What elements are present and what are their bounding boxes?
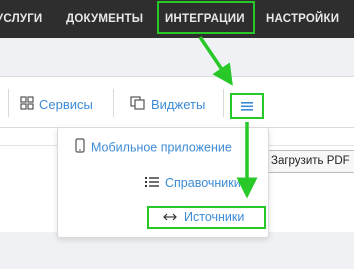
widgets-tab[interactable]: Виджеты [130, 96, 205, 114]
services-tab[interactable]: Сервисы [20, 96, 93, 114]
dropdown-item-directories[interactable]: Справочники [145, 174, 241, 192]
upload-pdf-button[interactable]: Загрузить PDF [266, 150, 354, 173]
left-right-arrow-icon [162, 209, 178, 227]
top-nav-bar: УСЛУГИ ДОКУМЕНТЫ ИНТЕГРАЦИИ НАСТРОЙКИ [0, 0, 354, 38]
toolbar-divider [113, 89, 114, 117]
dropdown-item-sources-label: Источники [184, 210, 245, 224]
widgets-icon [130, 96, 146, 115]
dropdown-item-mobile-app[interactable]: Мобильное приложение [75, 138, 232, 156]
widgets-tab-label: Виджеты [151, 97, 206, 112]
services-tab-label: Сервисы [39, 97, 93, 112]
nav-item-services[interactable]: УСЛУГИ [0, 10, 42, 28]
list-icon [145, 175, 159, 193]
nav-item-settings[interactable]: НАСТРОЙКИ [266, 10, 339, 28]
hamburger-icon [241, 102, 253, 111]
nav-item-documents[interactable]: ДОКУМЕНТЫ [66, 10, 143, 28]
grid-icon [20, 96, 34, 115]
toolbar: Сервисы Виджеты [0, 76, 354, 128]
more-menu-button[interactable] [230, 93, 264, 119]
nav-item-integrations-highlight [157, 1, 255, 34]
toolbar-divider [223, 89, 224, 117]
dropdown-item-mobile-app-label: Мобильное приложение [91, 140, 232, 155]
dropdown-item-directories-label: Справочники [165, 176, 241, 190]
mobile-phone-icon [75, 138, 85, 158]
toolbar-divider [8, 89, 9, 117]
dropdown-item-sources[interactable]: Источники [162, 208, 244, 226]
header-strip [0, 38, 354, 76]
